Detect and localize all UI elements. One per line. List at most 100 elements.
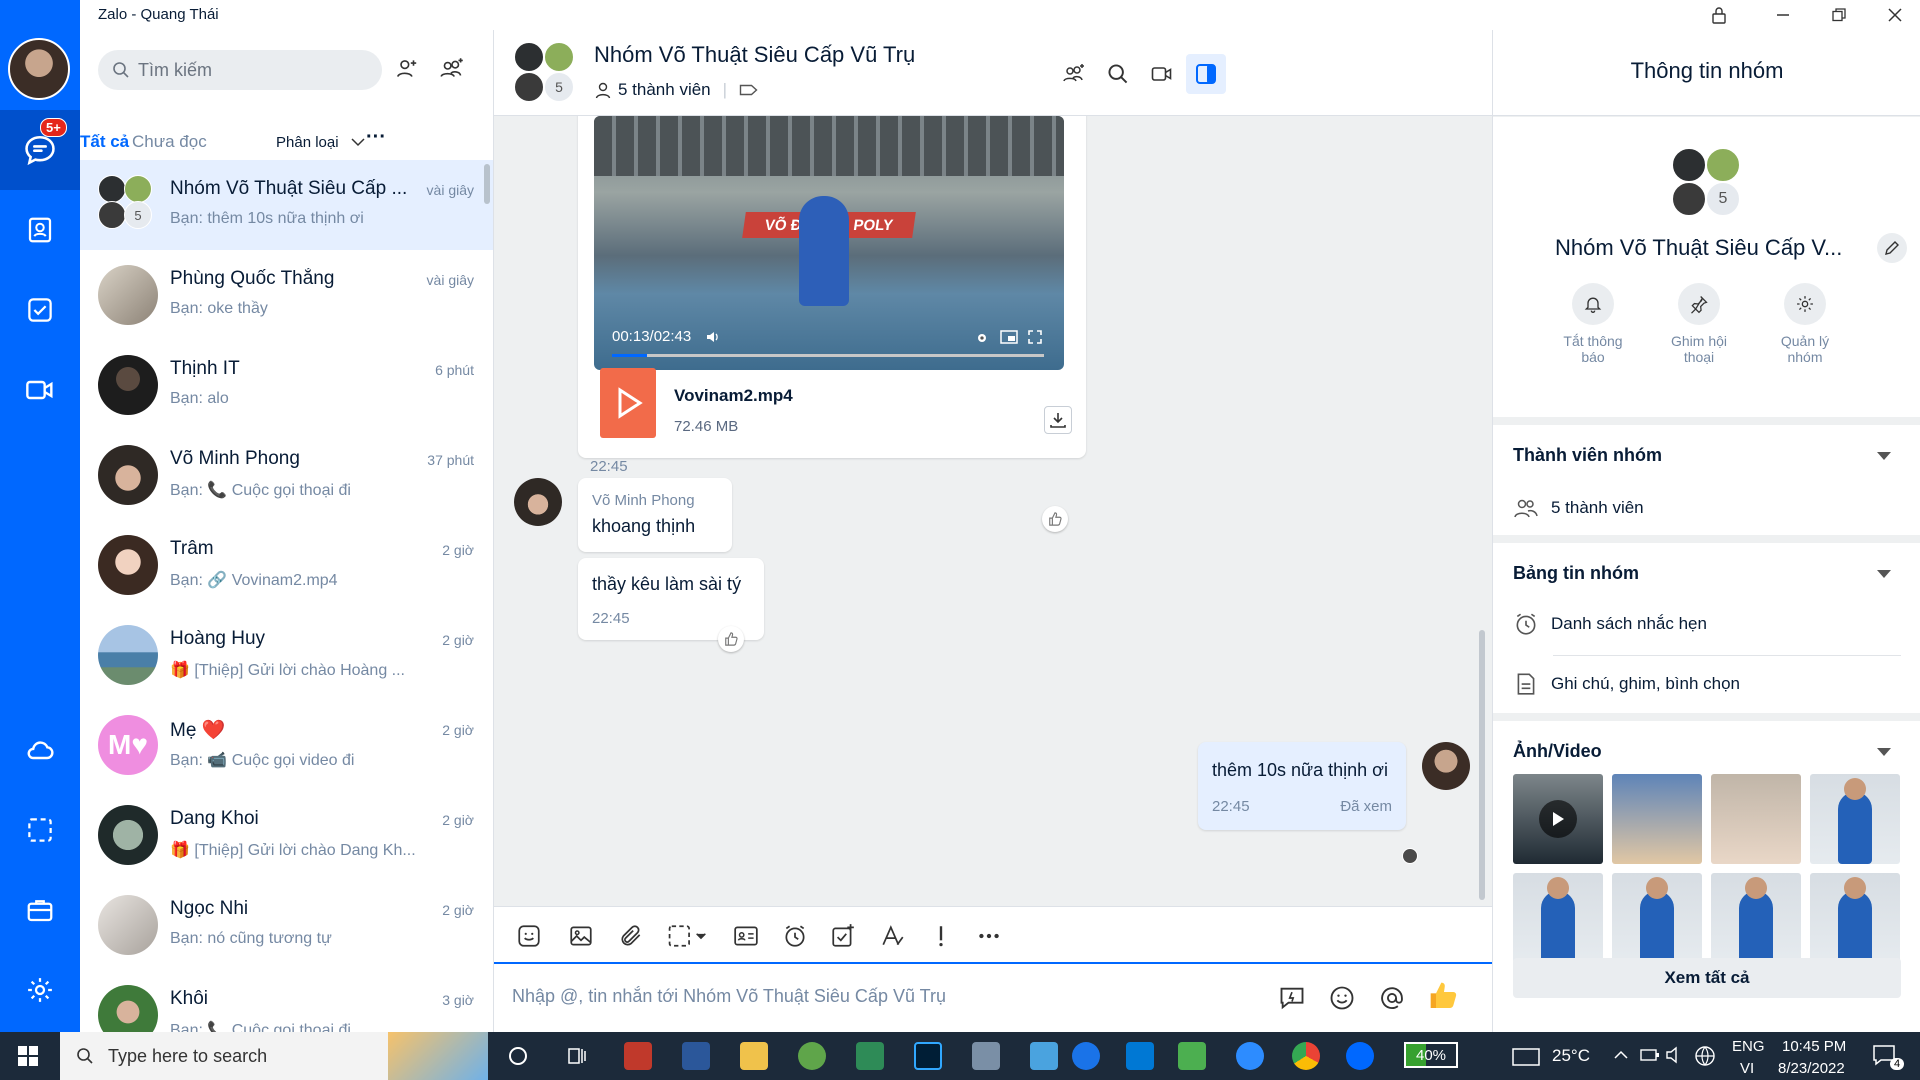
- clock-time[interactable]: 10:45 PM: [1782, 1038, 1846, 1055]
- volume-icon[interactable]: [1666, 1046, 1686, 1064]
- caret-down-icon[interactable]: [1877, 569, 1891, 579]
- contact-card-icon[interactable]: [732, 923, 760, 949]
- caret-down-icon[interactable]: [1877, 451, 1891, 461]
- taskbar-app-remote[interactable]: [972, 1042, 1000, 1070]
- list-scrollbar[interactable]: [484, 164, 490, 204]
- media-thumbnail[interactable]: [1810, 873, 1900, 963]
- settings-nav[interactable]: [0, 950, 80, 1030]
- download-button[interactable]: [1044, 406, 1072, 434]
- task-icon[interactable]: [830, 923, 856, 949]
- taskbar-app-office[interactable]: [624, 1042, 652, 1070]
- manage-action[interactable]: Quản lý nhóm: [1755, 283, 1855, 365]
- cloud-nav[interactable]: [0, 710, 80, 790]
- toggle-info-button[interactable]: [1186, 54, 1226, 94]
- settings-icon[interactable]: [974, 330, 990, 346]
- reminders-link[interactable]: Danh sách nhắc hẹn: [1513, 611, 1707, 637]
- media-thumbnail[interactable]: [1513, 774, 1603, 864]
- emoji-icon[interactable]: [1328, 984, 1356, 1012]
- reminder-icon[interactable]: [782, 923, 808, 949]
- weather-icon[interactable]: [1512, 1048, 1540, 1066]
- tray-chevron-icon[interactable]: [1614, 1050, 1628, 1060]
- close-button[interactable]: [1872, 0, 1918, 30]
- lock-button[interactable]: [1696, 0, 1742, 30]
- board-title[interactable]: Bảng tin nhóm: [1513, 563, 1639, 584]
- mute-action[interactable]: Tắt thông báo: [1543, 283, 1643, 365]
- tools-nav[interactable]: [0, 870, 80, 950]
- cortana-icon[interactable]: [508, 1046, 528, 1066]
- conversation-item[interactable]: Võ Minh Phong Bạn: 📞 Cuộc gọi thoại đi 3…: [80, 430, 493, 520]
- media-thumbnail[interactable]: [1711, 774, 1801, 864]
- conversation-item[interactable]: Dang Khoi 🎁 [Thiệp] Gửi lời chào Dang Kh…: [80, 790, 493, 880]
- conversation-item[interactable]: Ngọc Nhi Bạn: nó cũng tương tự 2 giờ: [80, 880, 493, 970]
- conversation-item[interactable]: Thịnh IT Bạn: alo 6 phút: [80, 340, 493, 430]
- sticker-icon[interactable]: [516, 923, 542, 949]
- taskbar-app-tool[interactable]: [856, 1042, 884, 1070]
- media-thumbnail[interactable]: [1612, 774, 1702, 864]
- caret-down-icon[interactable]: [1877, 747, 1891, 757]
- video-progress[interactable]: [612, 354, 1044, 357]
- taskbar-app-word[interactable]: [682, 1042, 710, 1070]
- search-chat-button[interactable]: [1098, 54, 1138, 94]
- video-call-nav[interactable]: [0, 350, 80, 430]
- windows-start-icon[interactable]: [18, 1046, 38, 1066]
- taskbar-app-zalo[interactable]: [1346, 1042, 1374, 1070]
- clock-date[interactable]: 8/23/2022: [1778, 1060, 1845, 1077]
- media-thumbnail[interactable]: [1711, 873, 1801, 963]
- taskbar-app-zoom[interactable]: [1236, 1042, 1264, 1070]
- members-link[interactable]: 5 thành viên |: [594, 80, 759, 100]
- taskbar-app-photoshop[interactable]: [914, 1042, 942, 1070]
- tab-unread[interactable]: Chưa đọc: [132, 132, 207, 152]
- video-call-button[interactable]: [1142, 54, 1182, 94]
- conversation-item[interactable]: Phùng Quốc Thắng Bạn: oke thầy vài giây: [80, 250, 493, 340]
- battery-icon[interactable]: [1640, 1048, 1660, 1062]
- input-lang-2[interactable]: VI: [1740, 1060, 1754, 1077]
- react-button[interactable]: [1042, 506, 1068, 532]
- fullscreen-icon[interactable]: [1028, 330, 1042, 344]
- conversation-item[interactable]: Khôi Bạn: 📞 Cuộc gọi thoại đi 3 giờ: [80, 970, 493, 1032]
- urgent-icon[interactable]: [928, 923, 954, 949]
- group-avatar[interactable]: 5: [1671, 147, 1743, 219]
- quick-message-icon[interactable]: [1278, 984, 1306, 1012]
- conversation-item[interactable]: M♥ Mẹ ❤️ Bạn: 📹 Cuộc gọi video đi 2 giờ: [80, 700, 493, 790]
- text-format-icon[interactable]: [880, 923, 906, 949]
- file-name[interactable]: Vovinam2.mp4: [674, 386, 793, 406]
- attachment-icon[interactable]: [618, 923, 644, 949]
- add-member-button[interactable]: [1054, 54, 1094, 94]
- maximize-button[interactable]: [1816, 0, 1862, 30]
- user-avatar[interactable]: [8, 38, 70, 100]
- image-icon[interactable]: [568, 923, 594, 949]
- contacts-nav[interactable]: [0, 190, 80, 270]
- todo-nav[interactable]: [0, 270, 80, 350]
- more-options-button[interactable]: ···: [366, 126, 386, 149]
- my-avatar[interactable]: [1422, 742, 1470, 790]
- chat-scrollbar[interactable]: [1479, 630, 1485, 900]
- rename-button[interactable]: [1877, 233, 1907, 263]
- tag-icon[interactable]: [739, 82, 759, 98]
- taskbar-app-chameleon[interactable]: [798, 1042, 826, 1070]
- members-title[interactable]: Thành viên nhóm: [1513, 445, 1662, 466]
- thumbs-up-icon[interactable]: [1428, 980, 1460, 1012]
- video-player[interactable]: VÕ ĐƯỜNG POLY 00:13/02:43: [594, 116, 1064, 370]
- taskbar-app-vscode[interactable]: [1126, 1042, 1154, 1070]
- input-lang-1[interactable]: ENG: [1732, 1038, 1765, 1055]
- classify-dropdown[interactable]: Phân loại: [276, 134, 365, 151]
- temperature[interactable]: 25°C: [1552, 1046, 1590, 1066]
- pin-action[interactable]: Ghim hội thoại: [1649, 283, 1749, 365]
- pip-icon[interactable]: [1000, 330, 1018, 344]
- media-title[interactable]: Ảnh/Video: [1513, 741, 1602, 762]
- taskbar-search[interactable]: Type here to search: [60, 1032, 488, 1080]
- tab-all[interactable]: Tất cả: [80, 132, 130, 162]
- taskbar-app-chrome[interactable]: [1292, 1042, 1320, 1070]
- notes-link[interactable]: Ghi chú, ghim, bình chọn: [1513, 671, 1740, 697]
- media-thumbnail[interactable]: [1513, 873, 1603, 963]
- media-thumbnail[interactable]: [1612, 873, 1702, 963]
- task-view-icon[interactable]: [566, 1046, 588, 1066]
- create-group-button[interactable]: [438, 56, 466, 87]
- battery-widget[interactable]: 40%: [1404, 1042, 1458, 1068]
- screenshot-icon[interactable]: [666, 923, 710, 949]
- conversation-item[interactable]: Trâm Bạn: 🔗 Vovinam2.mp4 2 giờ: [80, 520, 493, 610]
- conversation-item[interactable]: 5 Nhóm Võ Thuật Siêu Cấp ... Bạn: thêm 1…: [80, 160, 493, 250]
- group-avatar[interactable]: 5: [514, 42, 576, 104]
- taskbar-app-explorer[interactable]: [740, 1042, 768, 1070]
- react-button[interactable]: [718, 626, 744, 652]
